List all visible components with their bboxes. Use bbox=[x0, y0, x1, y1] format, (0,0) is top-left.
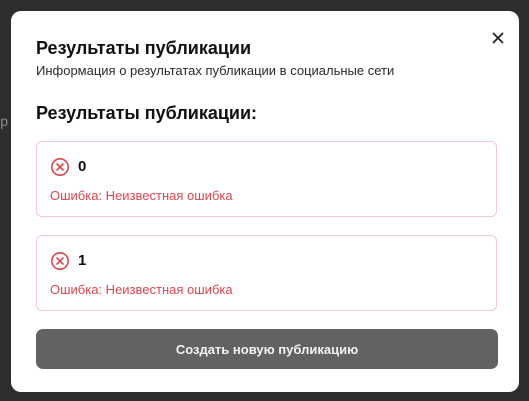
create-new-publication-button[interactable]: Создать новую публикацию bbox=[36, 329, 498, 369]
result-id: 0 bbox=[78, 158, 87, 175]
result-error-message: Ошибка: Неизвестная ошибка bbox=[50, 188, 233, 203]
result-error-message: Ошибка: Неизвестная ошибка bbox=[50, 282, 233, 297]
publication-results-dialog: Результаты публикации Информация о резул… bbox=[11, 11, 519, 392]
close-icon bbox=[492, 32, 504, 44]
error-circle-x-icon bbox=[51, 158, 69, 176]
result-id: 1 bbox=[78, 252, 87, 269]
dialog-subtitle: Информация о результатах публикации в со… bbox=[36, 63, 395, 78]
backdrop-text-fragment: ер bbox=[0, 113, 8, 129]
error-circle-x-icon bbox=[51, 252, 69, 270]
result-card: 1 Ошибка: Неизвестная ошибка bbox=[36, 235, 497, 311]
result-card: 0 Ошибка: Неизвестная ошибка bbox=[36, 141, 497, 217]
dialog-title: Результаты публикации bbox=[36, 38, 252, 58]
close-button[interactable] bbox=[488, 28, 508, 48]
results-heading: Результаты публикации: bbox=[36, 103, 258, 123]
